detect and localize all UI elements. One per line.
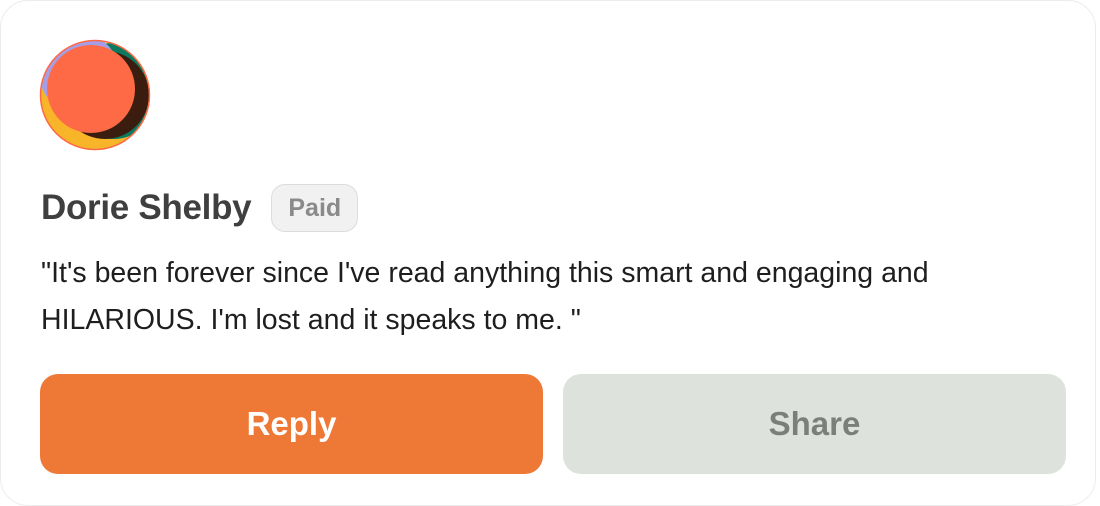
avatar[interactable]: [39, 39, 151, 151]
paid-badge: Paid: [271, 184, 359, 232]
share-button[interactable]: Share: [563, 374, 1066, 474]
avatar-image: [39, 39, 151, 151]
author-name[interactable]: Dorie Shelby: [41, 188, 252, 228]
reply-button[interactable]: Reply: [40, 374, 543, 474]
author-row: Dorie Shelby Paid: [41, 182, 359, 234]
comment-text: "It's been forever since I've read anyth…: [41, 257, 929, 336]
comment-card: Dorie Shelby Paid "It's been forever sin…: [0, 0, 1096, 506]
